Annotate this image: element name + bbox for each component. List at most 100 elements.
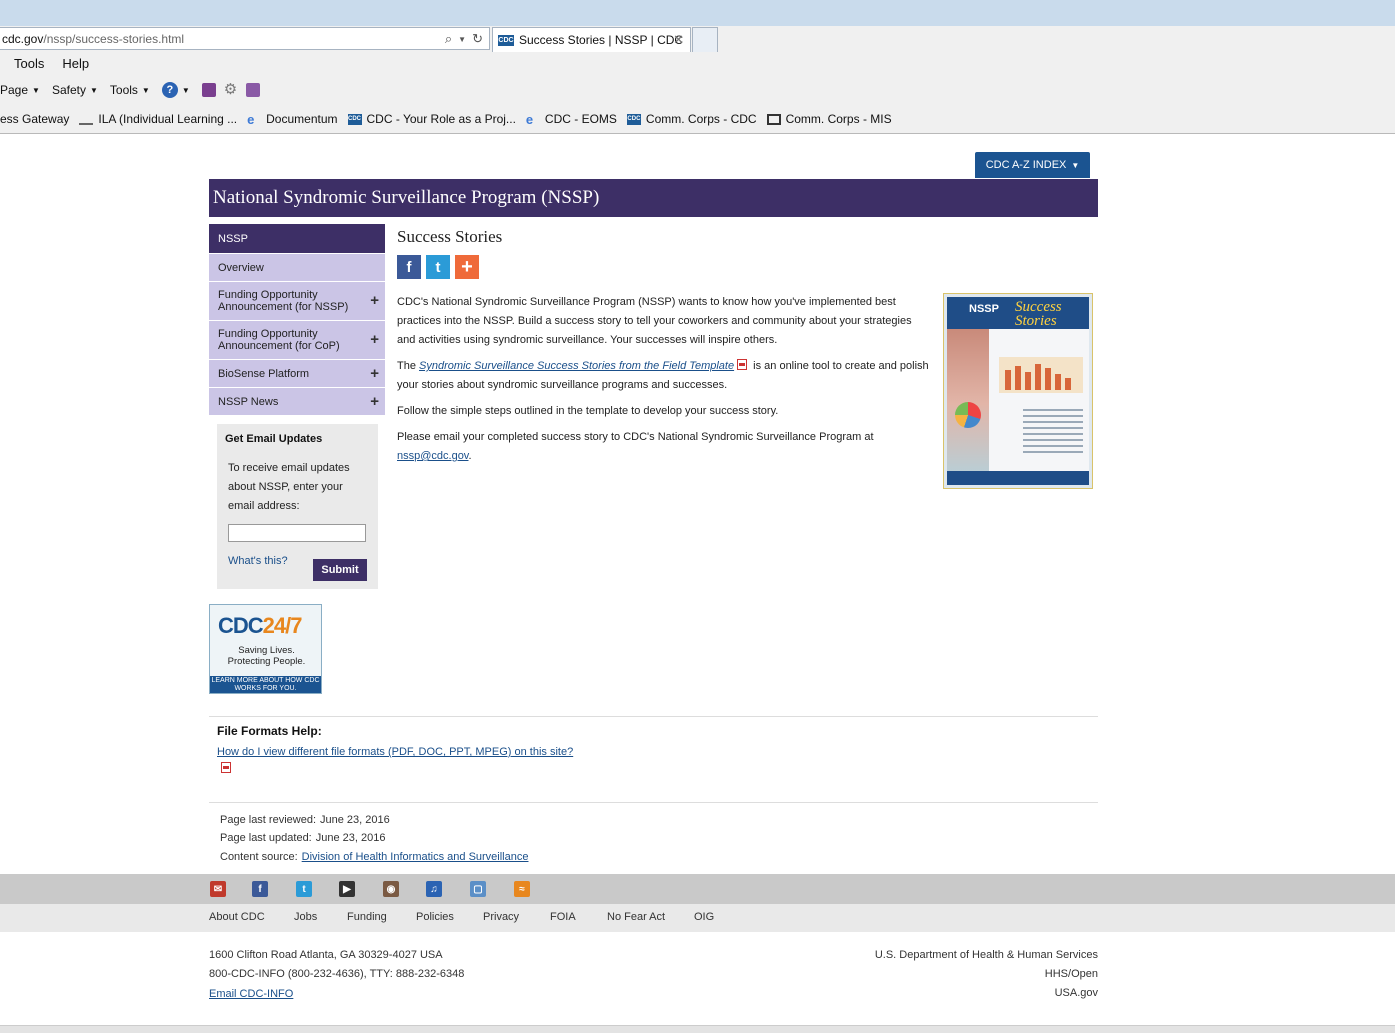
podcast-icon[interactable]: ♫: [426, 881, 442, 897]
twitter-icon[interactable]: t: [296, 881, 312, 897]
address-host: cdc.gov: [2, 31, 44, 46]
linked-notes-icon[interactable]: [245, 83, 260, 97]
sidenav-item-biosense[interactable]: BioSense Platform +: [209, 359, 385, 387]
ie-page-icon: e: [525, 111, 534, 127]
footer-link-no-fear-act[interactable]: No Fear Act: [607, 911, 665, 923]
chevron-down-icon: ▼: [141, 85, 150, 95]
favorite-link[interactable]: Comm. Corps - MIS: [766, 112, 892, 126]
expand-plus-icon[interactable]: +: [370, 332, 379, 347]
new-tab-button[interactable]: [692, 27, 718, 52]
favorite-link[interactable]: e CDC - EOMS: [526, 112, 617, 127]
gear-icon[interactable]: ⚙: [224, 82, 238, 97]
favorite-link[interactable]: e Documentum: [247, 112, 337, 127]
content-source-link[interactable]: Division of Health Informatics and Surve…: [302, 851, 529, 863]
email-field[interactable]: [228, 524, 366, 542]
facebook-icon[interactable]: f: [252, 881, 268, 897]
favorite-label: Documentum: [266, 112, 338, 126]
side-navigation: NSSP Overview Funding Opportunity Announ…: [209, 224, 385, 415]
favorite-label: ILA (Individual Learning ...: [98, 112, 238, 126]
page-last-updated: Page last updated: June 23, 2016: [220, 832, 385, 844]
menu-tools[interactable]: Tools: [14, 56, 44, 74]
close-tab-icon[interactable]: ✕: [673, 32, 684, 48]
submit-button[interactable]: Submit: [313, 559, 367, 581]
nssp-email-link[interactable]: nssp@cdc.gov: [397, 450, 469, 462]
sidenav-item-nssp-news[interactable]: NSSP News +: [209, 387, 385, 415]
favorite-link[interactable]: ess Gateway: [0, 112, 69, 126]
footer-link-jobs[interactable]: Jobs: [294, 911, 317, 923]
sidenav-item-label: Overview: [218, 261, 264, 274]
favorite-link[interactable]: CDC CDC - Your Role as a Proj...: [347, 112, 516, 126]
help-command-button[interactable]: ? ▼: [161, 82, 190, 98]
sidenav-item-foa-nssp[interactable]: Funding Opportunity Announcement (for NS…: [209, 281, 385, 320]
address-bar[interactable]: cdc.gov/nssp/success-stories.html ⌕ ▼ ↻: [0, 27, 490, 50]
twitter-share-icon[interactable]: t: [426, 255, 450, 279]
expand-plus-icon[interactable]: +: [370, 293, 379, 308]
footer-link-foia[interactable]: FOIA: [550, 911, 576, 923]
page-command-label: Page: [0, 83, 29, 97]
cdc-247-promo[interactable]: CDC24/7 Saving Lives. Protecting People.…: [209, 604, 322, 694]
favorite-label: ess Gateway: [0, 112, 70, 126]
expand-plus-icon[interactable]: +: [370, 394, 379, 409]
favorite-label: CDC - EOMS: [544, 112, 617, 126]
tools-command-button[interactable]: Tools ▼: [110, 83, 150, 97]
dropdown-arrow-icon[interactable]: ▼: [458, 35, 466, 44]
onenote-icon[interactable]: [201, 83, 216, 97]
pdf-icon: [221, 762, 231, 773]
cdc-logo-text: CDC: [218, 613, 264, 638]
page-last-reviewed: Page last reviewed: June 23, 2016: [220, 814, 390, 826]
sidenav-item-label: NSSP News: [218, 395, 279, 408]
add-share-icon[interactable]: +: [455, 255, 479, 279]
cdc-az-index-button[interactable]: CDC A-Z INDEX ▼: [975, 152, 1090, 178]
usa-gov-link[interactable]: USA.gov: [1055, 987, 1098, 999]
file-formats-title: File Formats Help:: [217, 724, 322, 738]
thumbnail-image: NSSP Success Stories: [947, 297, 1089, 485]
facebook-share-icon[interactable]: f: [397, 255, 421, 279]
template-prefix: The: [397, 360, 416, 372]
email-updates-title: Get Email Updates: [225, 433, 323, 445]
search-icon[interactable]: ⌕: [445, 31, 452, 47]
favorite-link[interactable]: ILA (Individual Learning ...: [79, 112, 237, 126]
footer-link-oig[interactable]: OIG: [694, 911, 714, 923]
banner-title[interactable]: National Syndromic Surveillance Program …: [213, 187, 599, 209]
sidenav-item-foa-cop[interactable]: Funding Opportunity Announcement (for Co…: [209, 320, 385, 359]
menu-help[interactable]: Help: [62, 56, 89, 74]
instagram-icon[interactable]: ◉: [383, 881, 399, 897]
tools-command-label: Tools: [109, 83, 138, 97]
source-label: Content source:: [220, 851, 298, 863]
command-bar: Page ▼ Safety ▼ Tools ▼ ? ▼ ⚙: [0, 81, 268, 99]
expand-plus-icon[interactable]: +: [370, 366, 379, 381]
footer-link-privacy[interactable]: Privacy: [483, 911, 519, 923]
sidenav-head-label: NSSP: [218, 232, 248, 245]
footer-link-funding[interactable]: Funding: [347, 911, 387, 923]
sidenav-item-overview[interactable]: Overview: [209, 253, 385, 281]
footer-phone: 800-CDC-INFO (800-232-4636), TTY: 888-23…: [209, 968, 465, 980]
page-command-button[interactable]: Page ▼: [0, 83, 40, 97]
favorite-link[interactable]: CDC Comm. Corps - CDC: [626, 112, 757, 126]
template-paragraph: The Syndromic Surveillance Success Stori…: [397, 357, 929, 395]
refresh-icon[interactable]: ↻: [472, 31, 483, 47]
cdc-247-logo: CDC24/7: [218, 613, 302, 639]
safety-command-button[interactable]: Safety ▼: [52, 83, 98, 97]
hhs-link[interactable]: U.S. Department of Health & Human Servic…: [875, 949, 1098, 961]
email-icon[interactable]: ✉: [210, 881, 226, 897]
promo-learn-more: LEARN MORE ABOUT HOW CDC WORKS FOR YOU.: [210, 676, 321, 693]
sidenav-head-nssp[interactable]: NSSP: [209, 224, 385, 253]
menu-bar: Tools Help: [0, 56, 89, 74]
hhs-open-link[interactable]: HHS/Open: [1045, 968, 1098, 980]
cc-icon: [766, 113, 781, 125]
steps-paragraph: Follow the simple steps outlined in the …: [397, 405, 779, 417]
footer-link-policies[interactable]: Policies: [416, 911, 454, 923]
whats-this-link[interactable]: What's this?: [228, 555, 288, 567]
template-link[interactable]: Syndromic Surveillance Success Stories f…: [419, 360, 734, 372]
cdc-tv-icon[interactable]: ▢: [470, 881, 486, 897]
updated-date: June 23, 2016: [315, 832, 386, 844]
intro-paragraph: CDC's National Syndromic Surveillance Pr…: [397, 296, 912, 346]
updated-label: Page last updated:: [220, 832, 312, 844]
email-cdc-info-link[interactable]: Email CDC-INFO: [209, 988, 293, 1000]
browser-tab[interactable]: CDC Success Stories | NSSP | CDC ✕: [492, 27, 691, 52]
file-formats-link[interactable]: How do I view different file formats (PD…: [217, 746, 573, 758]
footer-link-about[interactable]: About CDC: [209, 911, 265, 923]
success-stories-thumbnail[interactable]: NSSP Success Stories: [943, 293, 1093, 489]
youtube-icon[interactable]: ▶: [339, 881, 355, 897]
rss-icon[interactable]: ≈: [514, 881, 530, 897]
